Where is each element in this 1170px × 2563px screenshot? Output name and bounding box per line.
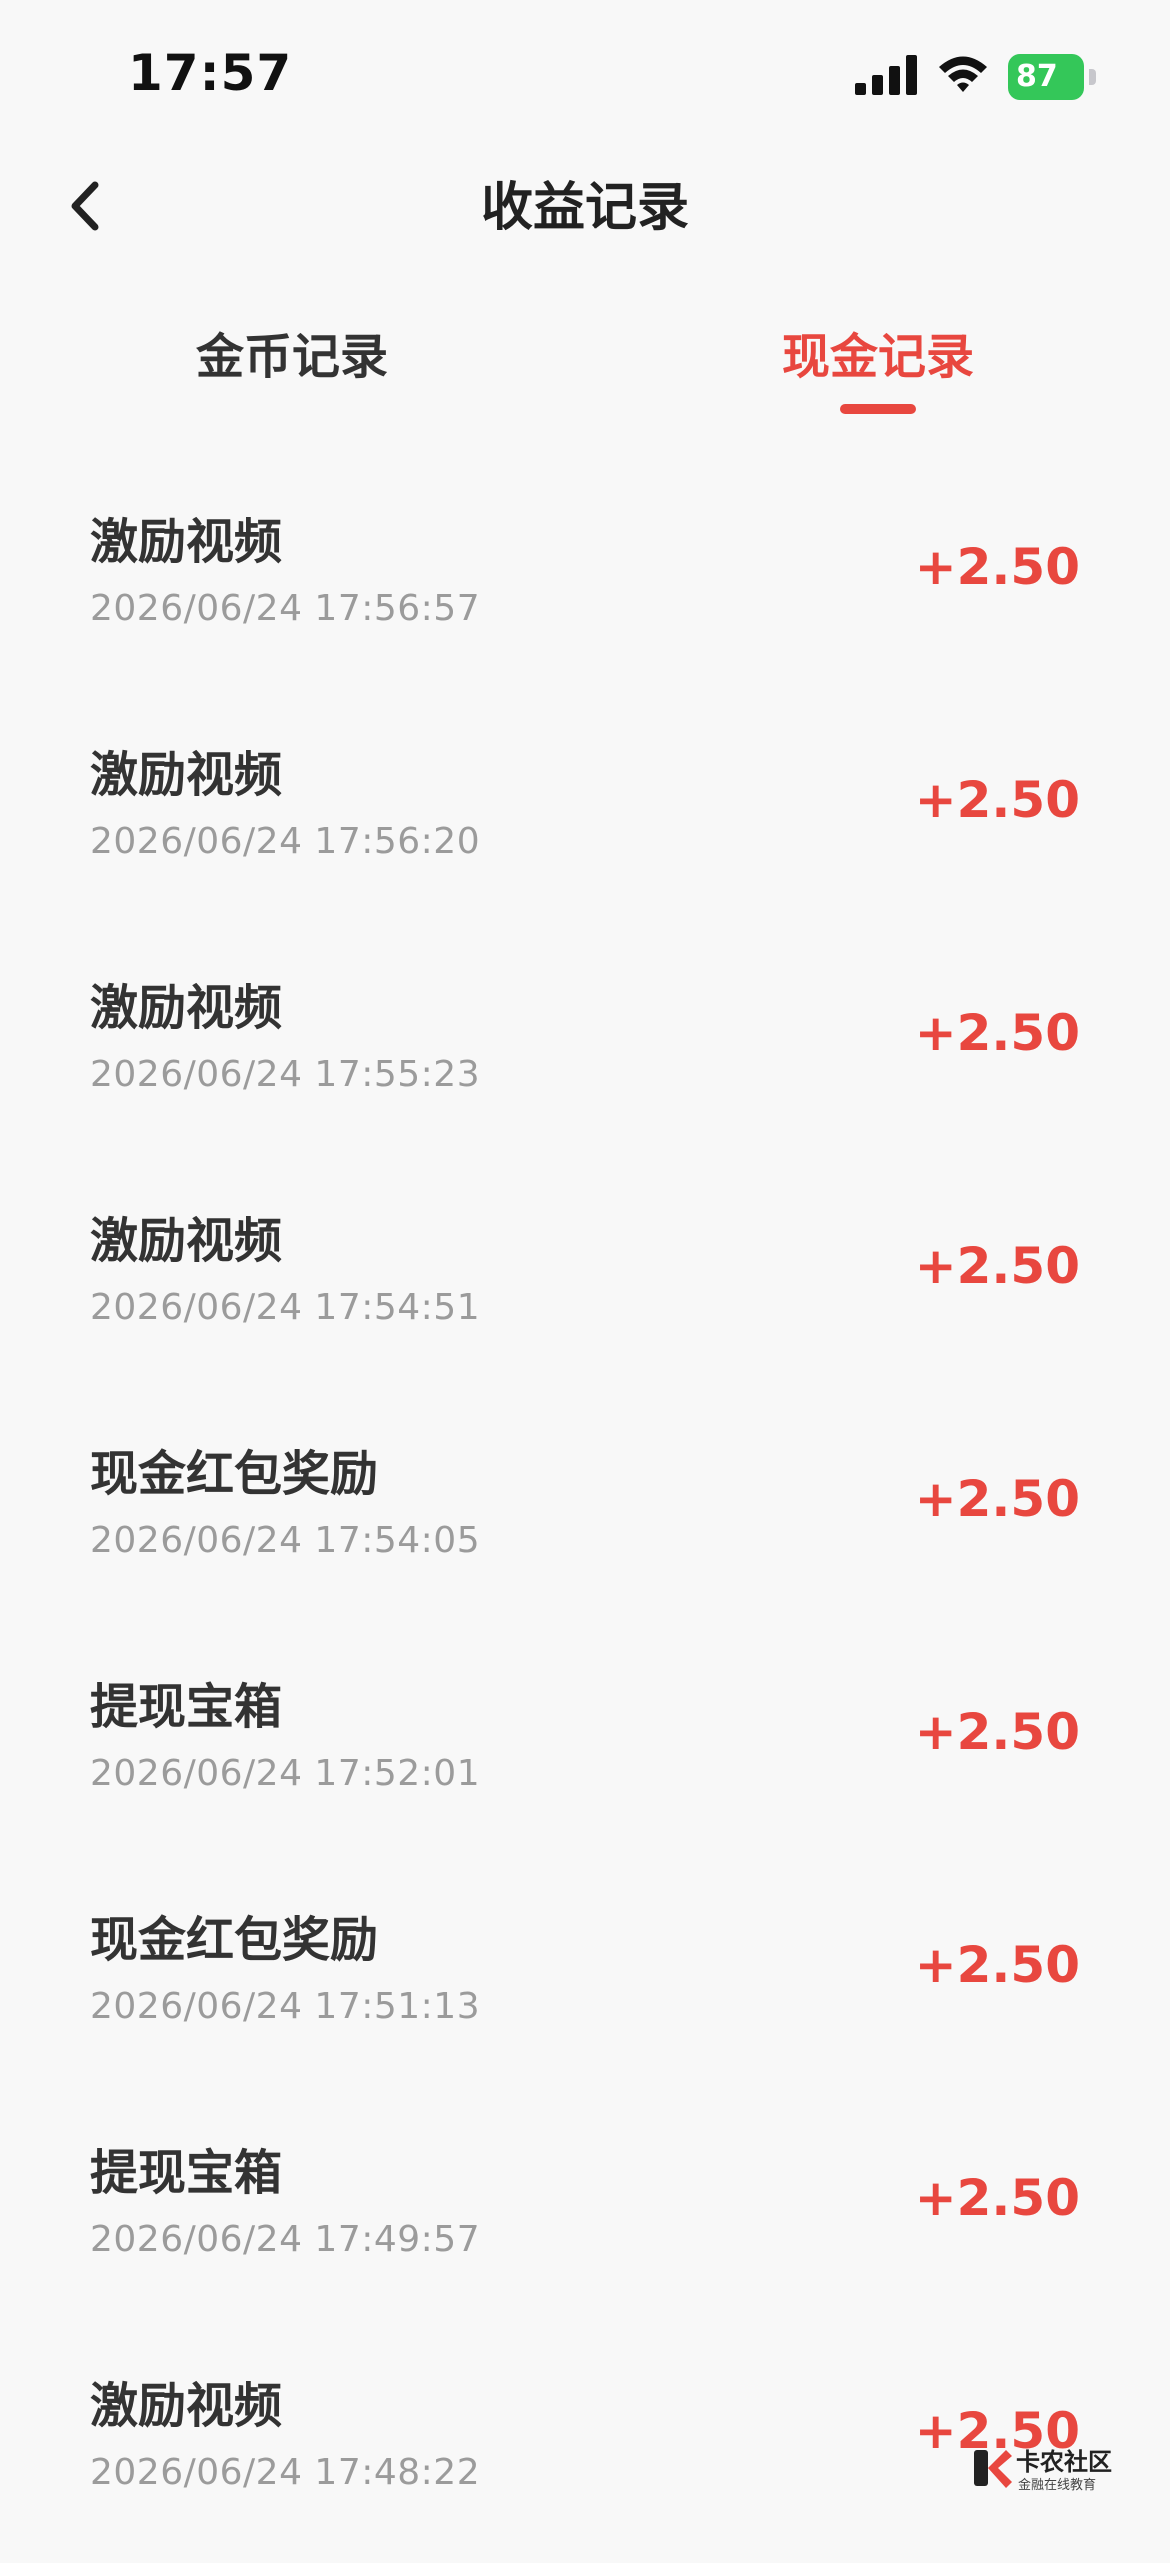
record-amount: +2.50 <box>914 2169 1080 2227</box>
watermark-logo-icon <box>974 2450 1012 2488</box>
list-item[interactable]: 激励视频 2026/06/24 17:54:51 +2.50 <box>0 1165 1170 1398</box>
tab-coin-records[interactable]: 金币记录 <box>142 317 442 387</box>
list-item[interactable]: 现金红包奖励 2026/06/24 17:54:05 +2.50 <box>0 1398 1170 1631</box>
watermark-subtitle: 金融在线教育 <box>1018 2478 1097 2493</box>
record-amount: +2.50 <box>914 1703 1080 1761</box>
back-chevron-icon <box>71 181 99 231</box>
record-amount: +2.50 <box>914 771 1080 829</box>
record-amount: +2.50 <box>914 1936 1080 1994</box>
record-list: 激励视频 2026/06/24 17:56:57 +2.50 激励视频 2026… <box>0 466 1170 2563</box>
record-time: 2026/06/24 17:56:57 <box>90 588 481 629</box>
back-button[interactable] <box>50 170 120 242</box>
record-title: 激励视频 <box>90 980 283 1036</box>
record-time: 2026/06/24 17:48:22 <box>90 2452 481 2493</box>
record-time: 2026/06/24 17:55:23 <box>90 1054 481 1095</box>
record-time: 2026/06/24 17:54:05 <box>90 1520 481 1561</box>
record-title: 提现宝箱 <box>90 1679 283 1735</box>
record-title: 现金红包奖励 <box>90 1912 379 1968</box>
list-item[interactable]: 提现宝箱 2026/06/24 17:49:57 +2.50 <box>0 2097 1170 2330</box>
tab-cash-records[interactable]: 现金记录 <box>728 317 1028 387</box>
watermark: 卡农社区 金融在线教育 <box>972 2436 1122 2508</box>
record-time: 2026/06/24 17:49:57 <box>90 2219 481 2260</box>
status-bar: 17:57 87 <box>0 0 1170 150</box>
record-amount: +2.50 <box>914 1004 1080 1062</box>
page-title: 收益记录 <box>480 178 689 238</box>
record-title: 现金红包奖励 <box>90 1446 379 1502</box>
battery-level: 87 <box>1008 54 1084 100</box>
record-title: 激励视频 <box>90 2378 283 2434</box>
record-title: 激励视频 <box>90 1213 283 1269</box>
wifi-icon <box>939 56 987 92</box>
list-item[interactable]: 激励视频 2026/06/24 17:55:23 +2.50 <box>0 932 1170 1165</box>
record-amount: +2.50 <box>914 1470 1080 1528</box>
list-item[interactable]: 激励视频 2026/06/24 17:56:57 +2.50 <box>0 466 1170 699</box>
record-time: 2026/06/24 17:52:01 <box>90 1753 481 1794</box>
record-time: 2026/06/24 17:51:13 <box>90 1986 481 2027</box>
list-item[interactable]: 现金红包奖励 2026/06/24 17:51:13 +2.50 <box>0 1864 1170 2097</box>
active-tab-indicator <box>840 404 916 414</box>
record-title: 提现宝箱 <box>90 2145 283 2201</box>
record-time: 2026/06/24 17:54:51 <box>90 1287 481 1328</box>
record-amount: +2.50 <box>914 1237 1080 1295</box>
status-time: 17:57 <box>128 44 293 102</box>
record-amount: +2.50 <box>914 538 1080 596</box>
battery-tip <box>1089 69 1096 85</box>
record-title: 激励视频 <box>90 747 283 803</box>
battery-percent: 87 <box>1016 59 1058 94</box>
record-time: 2026/06/24 17:56:20 <box>90 821 481 862</box>
battery-icon: 87 <box>1008 54 1096 100</box>
list-item[interactable]: 提现宝箱 2026/06/24 17:52:01 +2.50 <box>0 1631 1170 1864</box>
list-item[interactable]: 激励视频 2026/06/24 17:56:20 +2.50 <box>0 699 1170 932</box>
signal-icon <box>855 55 917 95</box>
watermark-title: 卡农社区 <box>1016 2448 1112 2476</box>
record-title: 激励视频 <box>90 514 283 570</box>
